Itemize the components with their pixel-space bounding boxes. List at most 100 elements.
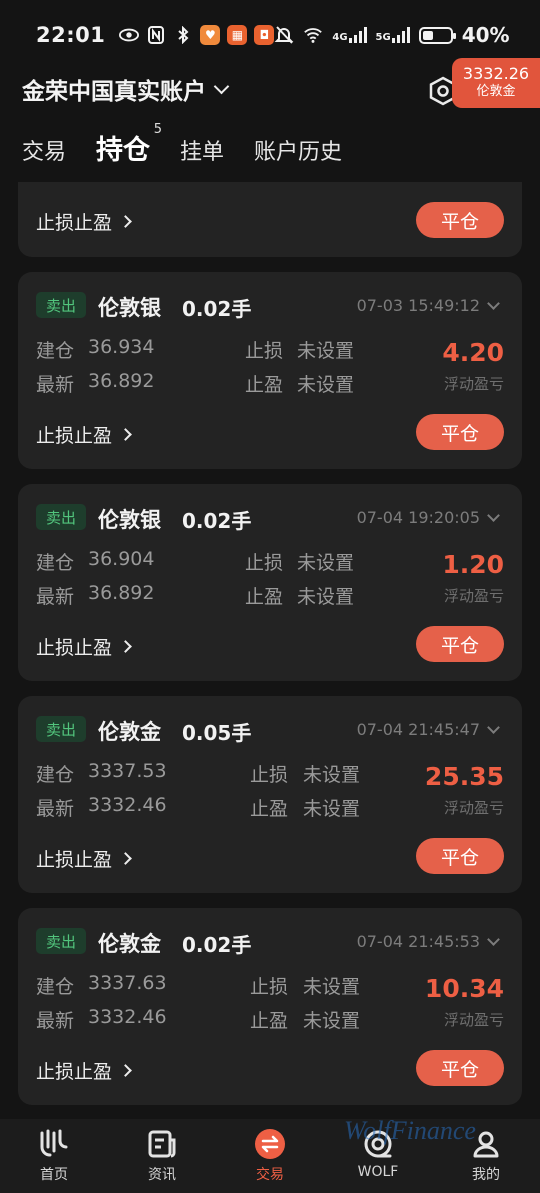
lot-size: 0.02手 bbox=[182, 933, 252, 957]
account-name: 金荣中国真实账户 bbox=[22, 79, 206, 105]
take-profit-value: 未设置 bbox=[303, 1010, 361, 1032]
wifi-icon bbox=[303, 25, 323, 45]
open-time: 07-04 21:45:53 bbox=[356, 932, 480, 951]
app-icon-1: ♥ bbox=[200, 25, 221, 45]
nav-news[interactable]: 资讯 bbox=[108, 1119, 216, 1193]
close-position-button[interactable]: 平仓 bbox=[416, 202, 504, 238]
tab-positions[interactable]: 持仓 5 bbox=[96, 122, 162, 167]
network-4g-label: 4G bbox=[332, 32, 348, 43]
close-position-button[interactable]: 平仓 bbox=[416, 626, 504, 662]
floating-pnl-label: 浮动盈亏 bbox=[443, 375, 504, 393]
tab-positions-label: 持仓 bbox=[96, 135, 151, 166]
open-price: 3337.63 bbox=[88, 972, 167, 994]
open-price-label: 建仓 bbox=[36, 340, 75, 362]
sl-tp-link[interactable]: 止损止盈 bbox=[36, 1057, 132, 1084]
stop-loss-value: 未设置 bbox=[303, 976, 361, 998]
latest-price-label: 最新 bbox=[36, 798, 75, 820]
take-profit-value: 未设置 bbox=[297, 586, 355, 608]
trade-icon bbox=[253, 1127, 287, 1161]
latest-price-label: 最新 bbox=[36, 374, 75, 396]
nav-profile-label: 我的 bbox=[472, 1167, 500, 1183]
open-time: 07-03 15:49:12 bbox=[356, 296, 480, 315]
app-icon-2: ▦ bbox=[227, 25, 248, 45]
stop-loss-value: 未设置 bbox=[297, 552, 355, 574]
nav-home[interactable]: 首页 bbox=[0, 1119, 108, 1193]
latest-price-label: 最新 bbox=[36, 1010, 75, 1032]
latest-price: 36.892 bbox=[88, 370, 155, 392]
tab-account-history[interactable]: 账户历史 bbox=[254, 134, 342, 166]
latest-price: 3332.46 bbox=[88, 1006, 167, 1028]
side-tag: 卖出 bbox=[36, 504, 86, 530]
nav-trade[interactable]: 交易 bbox=[216, 1119, 324, 1193]
floating-pnl: 25.35 bbox=[424, 762, 504, 791]
tab-bar: 交易 持仓 5 挂单 账户历史 bbox=[22, 122, 372, 167]
nav-wolf[interactable]: WOLF bbox=[324, 1119, 432, 1193]
chevron-down-icon[interactable] bbox=[487, 509, 500, 522]
lot-size: 0.02手 bbox=[182, 297, 252, 321]
take-profit-label: 止盈 bbox=[250, 1010, 289, 1032]
side-tag: 卖出 bbox=[36, 292, 86, 318]
network-5g-label: 5G bbox=[375, 32, 391, 43]
nav-news-label: 资讯 bbox=[148, 1167, 176, 1183]
lot-size: 0.05手 bbox=[182, 721, 252, 745]
stop-loss-value: 未设置 bbox=[297, 340, 355, 362]
chevron-right-icon bbox=[119, 852, 132, 865]
floating-pnl: 4.20 bbox=[442, 338, 504, 367]
close-position-button[interactable]: 平仓 bbox=[416, 414, 504, 450]
take-profit-label: 止盈 bbox=[250, 798, 289, 820]
open-price: 36.904 bbox=[88, 548, 155, 570]
close-position-button[interactable]: 平仓 bbox=[416, 838, 504, 874]
sl-tp-link[interactable]: 止损止盈 bbox=[36, 421, 132, 448]
lot-size: 0.02手 bbox=[182, 509, 252, 533]
sl-tp-link[interactable]: 止损止盈 bbox=[36, 208, 132, 235]
close-position-button[interactable]: 平仓 bbox=[416, 1050, 504, 1086]
wolf-icon bbox=[361, 1127, 395, 1161]
product-name: 伦敦金 bbox=[98, 932, 161, 956]
battery-icon bbox=[418, 26, 456, 44]
news-icon bbox=[145, 1127, 179, 1161]
tab-trade[interactable]: 交易 bbox=[22, 134, 66, 166]
bottom-nav: 首页 资讯 交易 WOLF 我的 bbox=[0, 1119, 540, 1193]
nav-wolf-label: WOLF bbox=[357, 1164, 399, 1180]
sl-tp-link[interactable]: 止损止盈 bbox=[36, 633, 132, 660]
chevron-down-icon[interactable] bbox=[487, 297, 500, 310]
latest-price: 36.892 bbox=[88, 582, 155, 604]
open-time: 07-04 19:20:05 bbox=[356, 508, 480, 527]
quote-price: 3332.26 bbox=[462, 64, 530, 83]
sl-tp-label: 止损止盈 bbox=[36, 425, 113, 447]
tab-pending-orders[interactable]: 挂单 bbox=[180, 134, 224, 166]
side-tag: 卖出 bbox=[36, 716, 86, 742]
position-card: 卖出 伦敦金 0.02手 07-04 21:45:53 建仓 3337.63 最… bbox=[18, 908, 522, 1105]
floating-pnl: 1.20 bbox=[442, 550, 504, 579]
sl-tp-label: 止损止盈 bbox=[36, 849, 113, 871]
chevron-right-icon bbox=[119, 215, 132, 228]
chevron-right-icon bbox=[119, 1064, 132, 1077]
stop-loss-label: 止损 bbox=[245, 340, 284, 362]
stop-loss-label: 止损 bbox=[250, 764, 289, 786]
take-profit-label: 止盈 bbox=[245, 374, 284, 396]
floating-pnl: 10.34 bbox=[424, 974, 504, 1003]
stop-loss-label: 止损 bbox=[250, 976, 289, 998]
chevron-down-icon[interactable] bbox=[487, 933, 500, 946]
open-time: 07-04 21:45:47 bbox=[356, 720, 480, 739]
profile-icon bbox=[469, 1127, 503, 1161]
nav-profile[interactable]: 我的 bbox=[432, 1119, 540, 1193]
sl-tp-link[interactable]: 止损止盈 bbox=[36, 845, 132, 872]
home-logo-icon bbox=[37, 1127, 71, 1161]
chevron-right-icon bbox=[119, 640, 132, 653]
side-tag: 卖出 bbox=[36, 928, 86, 954]
quote-product: 伦敦金 bbox=[476, 84, 516, 99]
bluetooth-icon bbox=[173, 25, 193, 45]
mute-icon bbox=[274, 25, 294, 45]
chevron-down-icon[interactable] bbox=[487, 721, 500, 734]
status-left-icons: ♥ ▦ ◘ bbox=[119, 25, 275, 45]
battery-percent: 40% bbox=[461, 23, 510, 47]
open-price-label: 建仓 bbox=[36, 552, 75, 574]
signal-5g-icon: 5G bbox=[376, 27, 410, 43]
account-selector[interactable]: 金荣中国真实账户 bbox=[22, 72, 230, 106]
open-price-label: 建仓 bbox=[36, 976, 75, 998]
floating-pnl-label: 浮动盈亏 bbox=[443, 799, 504, 817]
status-right-icons: 4G 5G 40% bbox=[274, 23, 510, 47]
quote-badge[interactable]: 3332.26 伦敦金 bbox=[452, 58, 540, 108]
take-profit-label: 止盈 bbox=[245, 586, 284, 608]
